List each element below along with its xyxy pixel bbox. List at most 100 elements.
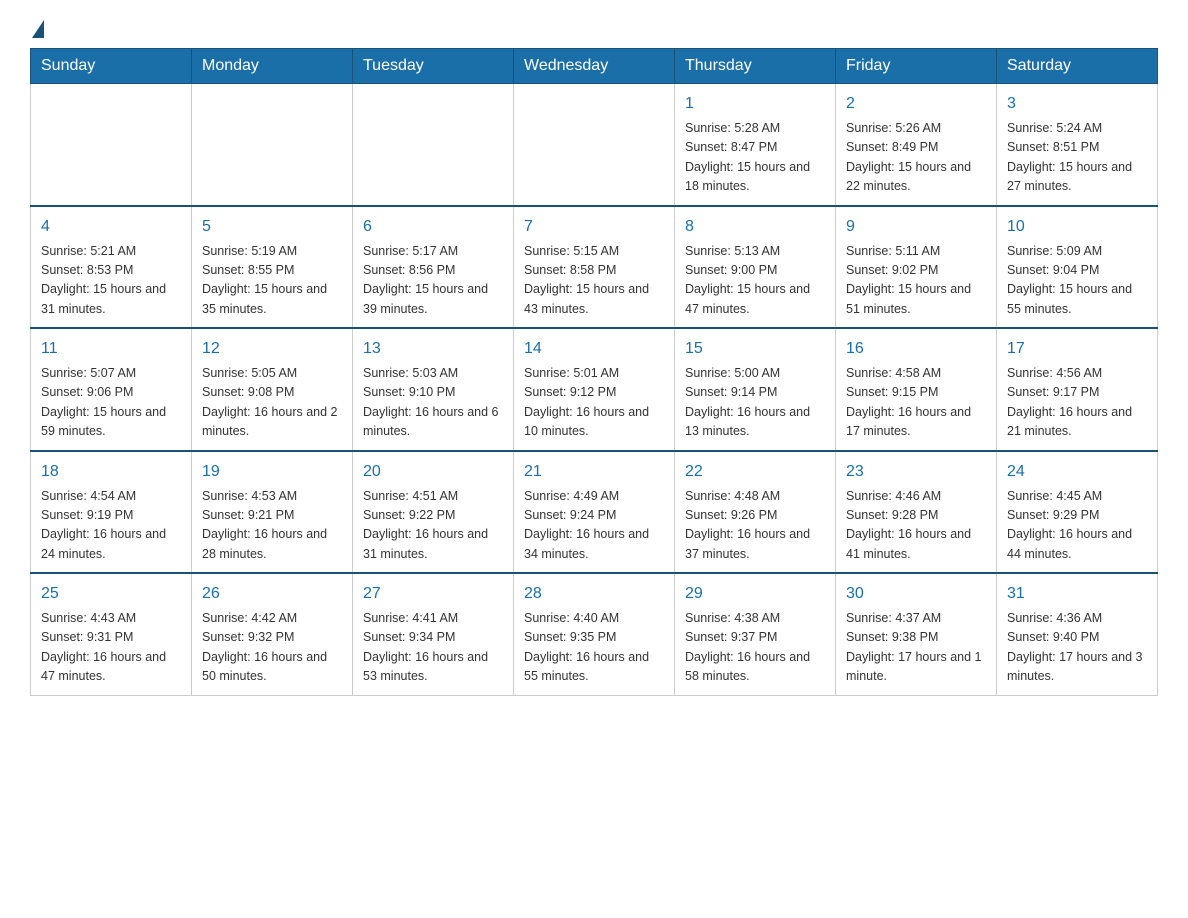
calendar-header-row: SundayMondayTuesdayWednesdayThursdayFrid… bbox=[31, 49, 1158, 84]
calendar-week-row: 11 Sunrise: 5:07 AMSunset: 9:06 PMDayligh… bbox=[31, 328, 1158, 451]
day-info: Sunrise: 4:41 AMSunset: 9:34 PMDaylight:… bbox=[363, 609, 503, 687]
day-info: Sunrise: 4:48 AMSunset: 9:26 PMDaylight:… bbox=[685, 487, 825, 565]
calendar-cell: 9 Sunrise: 5:11 AMSunset: 9:02 PMDaylight… bbox=[836, 206, 997, 329]
calendar-cell: 6 Sunrise: 5:17 AMSunset: 8:56 PMDaylight… bbox=[353, 206, 514, 329]
day-number: 24 bbox=[1007, 460, 1147, 484]
day-info: Sunrise: 4:43 AMSunset: 9:31 PMDaylight:… bbox=[41, 609, 181, 687]
day-number: 27 bbox=[363, 582, 503, 606]
day-info: Sunrise: 4:53 AMSunset: 9:21 PMDaylight:… bbox=[202, 487, 342, 565]
day-number: 31 bbox=[1007, 582, 1147, 606]
calendar-cell: 4 Sunrise: 5:21 AMSunset: 8:53 PMDaylight… bbox=[31, 206, 192, 329]
day-info: Sunrise: 4:51 AMSunset: 9:22 PMDaylight:… bbox=[363, 487, 503, 565]
calendar-cell bbox=[31, 84, 192, 206]
calendar-cell: 7 Sunrise: 5:15 AMSunset: 8:58 PMDaylight… bbox=[514, 206, 675, 329]
page-header bbox=[30, 20, 1158, 38]
day-info: Sunrise: 4:45 AMSunset: 9:29 PMDaylight:… bbox=[1007, 487, 1147, 565]
day-info: Sunrise: 4:40 AMSunset: 9:35 PMDaylight:… bbox=[524, 609, 664, 687]
day-number: 7 bbox=[524, 215, 664, 239]
calendar-cell: 23 Sunrise: 4:46 AMSunset: 9:28 PMDayligh… bbox=[836, 451, 997, 574]
day-number: 13 bbox=[363, 337, 503, 361]
calendar-cell: 24 Sunrise: 4:45 AMSunset: 9:29 PMDayligh… bbox=[997, 451, 1158, 574]
column-header-friday: Friday bbox=[836, 49, 997, 84]
day-info: Sunrise: 4:38 AMSunset: 9:37 PMDaylight:… bbox=[685, 609, 825, 687]
calendar-cell: 14 Sunrise: 5:01 AMSunset: 9:12 PMDayligh… bbox=[514, 328, 675, 451]
calendar-week-row: 4 Sunrise: 5:21 AMSunset: 8:53 PMDaylight… bbox=[31, 206, 1158, 329]
calendar-cell: 2 Sunrise: 5:26 AMSunset: 8:49 PMDaylight… bbox=[836, 84, 997, 206]
calendar-cell: 28Sunrise: 4:40 AMSunset: 9:35 PMDayligh… bbox=[514, 573, 675, 695]
day-number: 1 bbox=[685, 92, 825, 116]
calendar-cell: 3Sunrise: 5:24 AMSunset: 8:51 PMDaylight… bbox=[997, 84, 1158, 206]
calendar-cell: 27 Sunrise: 4:41 AMSunset: 9:34 PMDayligh… bbox=[353, 573, 514, 695]
day-number: 29 bbox=[685, 582, 825, 606]
day-number: 26 bbox=[202, 582, 342, 606]
logo-arrow-icon bbox=[32, 20, 44, 38]
calendar-cell: 11 Sunrise: 5:07 AMSunset: 9:06 PMDayligh… bbox=[31, 328, 192, 451]
calendar-table: SundayMondayTuesdayWednesdayThursdayFrid… bbox=[30, 48, 1158, 696]
calendar-cell: 31 Sunrise: 4:36 AMSunset: 9:40 PMDayligh… bbox=[997, 573, 1158, 695]
column-header-wednesday: Wednesday bbox=[514, 49, 675, 84]
day-number: 22 bbox=[685, 460, 825, 484]
calendar-cell: 8Sunrise: 5:13 AMSunset: 9:00 PMDaylight… bbox=[675, 206, 836, 329]
day-number: 25 bbox=[41, 582, 181, 606]
calendar-cell: 18 Sunrise: 4:54 AMSunset: 9:19 PMDayligh… bbox=[31, 451, 192, 574]
calendar-week-row: 1 Sunrise: 5:28 AMSunset: 8:47 PMDaylight… bbox=[31, 84, 1158, 206]
calendar-cell: 13 Sunrise: 5:03 AMSunset: 9:10 PMDayligh… bbox=[353, 328, 514, 451]
day-number: 6 bbox=[363, 215, 503, 239]
day-number: 18 bbox=[41, 460, 181, 484]
day-number: 23 bbox=[846, 460, 986, 484]
day-number: 11 bbox=[41, 337, 181, 361]
day-number: 17 bbox=[1007, 337, 1147, 361]
day-info: Sunrise: 5:21 AMSunset: 8:53 PMDaylight:… bbox=[41, 242, 181, 320]
day-number: 14 bbox=[524, 337, 664, 361]
day-info: Sunrise: 5:15 AMSunset: 8:58 PMDaylight:… bbox=[524, 242, 664, 320]
day-info: Sunrise: 5:24 AMSunset: 8:51 PMDaylight:… bbox=[1007, 119, 1147, 197]
calendar-cell bbox=[192, 84, 353, 206]
calendar-cell: 15 Sunrise: 5:00 AMSunset: 9:14 PMDayligh… bbox=[675, 328, 836, 451]
day-info: Sunrise: 4:37 AMSunset: 9:38 PMDaylight:… bbox=[846, 609, 986, 687]
calendar-cell: 26 Sunrise: 4:42 AMSunset: 9:32 PMDayligh… bbox=[192, 573, 353, 695]
day-info: Sunrise: 4:54 AMSunset: 9:19 PMDaylight:… bbox=[41, 487, 181, 565]
calendar-week-row: 18 Sunrise: 4:54 AMSunset: 9:19 PMDayligh… bbox=[31, 451, 1158, 574]
calendar-cell: 30 Sunrise: 4:37 AMSunset: 9:38 PMDayligh… bbox=[836, 573, 997, 695]
calendar-cell: 16Sunrise: 4:58 AMSunset: 9:15 PMDayligh… bbox=[836, 328, 997, 451]
calendar-week-row: 25 Sunrise: 4:43 AMSunset: 9:31 PMDayligh… bbox=[31, 573, 1158, 695]
day-info: Sunrise: 5:26 AMSunset: 8:49 PMDaylight:… bbox=[846, 119, 986, 197]
day-number: 4 bbox=[41, 215, 181, 239]
column-header-sunday: Sunday bbox=[31, 49, 192, 84]
day-number: 16 bbox=[846, 337, 986, 361]
day-info: Sunrise: 4:49 AMSunset: 9:24 PMDaylight:… bbox=[524, 487, 664, 565]
calendar-cell bbox=[353, 84, 514, 206]
day-info: Sunrise: 5:09 AMSunset: 9:04 PMDaylight:… bbox=[1007, 242, 1147, 320]
day-info: Sunrise: 4:46 AMSunset: 9:28 PMDaylight:… bbox=[846, 487, 986, 565]
column-header-thursday: Thursday bbox=[675, 49, 836, 84]
day-number: 9 bbox=[846, 215, 986, 239]
column-header-monday: Monday bbox=[192, 49, 353, 84]
day-info: Sunrise: 5:07 AMSunset: 9:06 PMDaylight:… bbox=[41, 364, 181, 442]
day-number: 10 bbox=[1007, 215, 1147, 239]
calendar-cell: 20Sunrise: 4:51 AMSunset: 9:22 PMDayligh… bbox=[353, 451, 514, 574]
calendar-cell: 10 Sunrise: 5:09 AMSunset: 9:04 PMDayligh… bbox=[997, 206, 1158, 329]
logo-text bbox=[30, 20, 46, 38]
day-info: Sunrise: 5:03 AMSunset: 9:10 PMDaylight:… bbox=[363, 364, 503, 442]
logo-blue-part bbox=[30, 20, 46, 38]
calendar-cell: 12Sunrise: 5:05 AMSunset: 9:08 PMDayligh… bbox=[192, 328, 353, 451]
day-number: 2 bbox=[846, 92, 986, 116]
day-info: Sunrise: 5:28 AMSunset: 8:47 PMDaylight:… bbox=[685, 119, 825, 197]
day-info: Sunrise: 5:05 AMSunset: 9:08 PMDaylight:… bbox=[202, 364, 342, 442]
day-number: 5 bbox=[202, 215, 342, 239]
calendar-cell: 17Sunrise: 4:56 AMSunset: 9:17 PMDayligh… bbox=[997, 328, 1158, 451]
calendar-cell bbox=[514, 84, 675, 206]
day-info: Sunrise: 5:00 AMSunset: 9:14 PMDaylight:… bbox=[685, 364, 825, 442]
day-number: 15 bbox=[685, 337, 825, 361]
day-info: Sunrise: 4:36 AMSunset: 9:40 PMDaylight:… bbox=[1007, 609, 1147, 687]
day-info: Sunrise: 4:42 AMSunset: 9:32 PMDaylight:… bbox=[202, 609, 342, 687]
calendar-cell: 5Sunrise: 5:19 AMSunset: 8:55 PMDaylight… bbox=[192, 206, 353, 329]
day-info: Sunrise: 5:17 AMSunset: 8:56 PMDaylight:… bbox=[363, 242, 503, 320]
day-info: Sunrise: 5:01 AMSunset: 9:12 PMDaylight:… bbox=[524, 364, 664, 442]
day-number: 21 bbox=[524, 460, 664, 484]
calendar-cell: 19Sunrise: 4:53 AMSunset: 9:21 PMDayligh… bbox=[192, 451, 353, 574]
logo bbox=[30, 20, 46, 38]
day-info: Sunrise: 5:13 AMSunset: 9:00 PMDaylight:… bbox=[685, 242, 825, 320]
day-number: 30 bbox=[846, 582, 986, 606]
day-info: Sunrise: 5:11 AMSunset: 9:02 PMDaylight:… bbox=[846, 242, 986, 320]
